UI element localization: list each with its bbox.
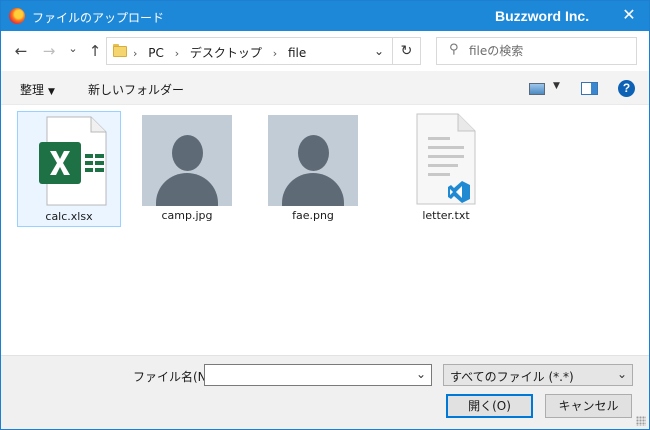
file-item-fae[interactable]: fae.png [261,111,365,227]
filename-input[interactable] [209,367,409,383]
refresh-button[interactable]: ↻ [393,37,421,65]
file-name: fae.png [292,209,334,222]
chevron-down-icon: ⌄ [616,367,627,381]
help-button[interactable]: ? [618,80,635,97]
file-name: letter.txt [422,209,470,222]
filetype-value: すべてのファイル (*.*) [450,370,574,384]
organize-button[interactable]: 整理 ▼ [20,81,55,98]
folder-icon [113,44,127,58]
chevron-down-icon[interactable]: ⌄ [416,367,426,381]
person-image-icon [142,115,232,206]
command-bar: 整理 ▼ 新しいフォルダー ▼ ? [1,71,649,105]
file-list: calc.xlsx camp.jpg fae.png letter.txt [1,105,649,355]
excel-file-icon [39,116,107,206]
breadcrumb: › PC › デスクトップ › file [133,44,306,61]
navigation-bar: ← → ⌄ ↑ › PC › デスクトップ › file ⌄ ↻ ⚲ [1,31,649,71]
address-bar[interactable]: › PC › デスクトップ › file ⌄ [106,37,393,65]
filetype-select[interactable]: すべてのファイル (*.*) ⌄ [443,364,633,386]
crumb-separator: › [133,47,138,60]
text-file-icon [416,113,476,205]
breadcrumb-file[interactable]: file [288,46,306,60]
window-title: ファイルのアップロード [32,11,165,25]
recent-locations-button[interactable]: ⌄ [65,40,81,58]
search-box[interactable]: ⚲ [436,37,637,65]
up-button[interactable]: ↑ [87,42,103,60]
file-name: camp.jpg [161,209,213,222]
crumb-separator[interactable]: › [175,47,179,60]
title-bar: ファイルのアップロード Buzzword Inc. ✕ [1,1,649,31]
breadcrumb-pc[interactable]: PC [148,46,164,60]
chevron-down-icon: ▼ [553,81,560,91]
search-icon: ⚲ [449,42,459,57]
file-name: calc.xlsx [45,210,93,223]
dialog-footer: ファイル名(N): ⌄ すべてのファイル (*.*) ⌄ 開く(O) キャンセル [1,355,649,429]
address-dropdown-icon[interactable]: ⌄ [374,44,384,58]
back-button[interactable]: ← [13,42,29,60]
person-image-icon [268,115,358,206]
preview-pane-button[interactable] [581,82,598,95]
firefox-icon [9,8,25,24]
new-folder-button[interactable]: 新しいフォルダー [88,81,184,98]
forward-button[interactable]: → [41,42,57,60]
cancel-button[interactable]: キャンセル [545,394,632,418]
resize-grip[interactable] [636,416,646,426]
file-item-letter[interactable]: letter.txt [394,111,498,227]
open-button[interactable]: 開く(O) [446,394,533,418]
file-upload-dialog: ファイルのアップロード Buzzword Inc. ✕ ← → ⌄ ↑ › PC… [0,0,650,430]
filename-combobox[interactable]: ⌄ [204,364,432,386]
crumb-separator[interactable]: › [273,47,277,60]
change-view-button[interactable]: ▼ [529,81,565,97]
breadcrumb-desktop[interactable]: デスクトップ [190,46,262,60]
brand-label: Buzzword Inc. [495,8,590,24]
search-input[interactable] [469,42,629,60]
organize-label: 整理 [20,83,45,97]
close-button[interactable]: ✕ [619,5,639,25]
file-item-camp[interactable]: camp.jpg [135,111,239,227]
chevron-down-icon: ▼ [48,87,55,97]
file-item-calc[interactable]: calc.xlsx [17,111,121,227]
view-icon [529,83,545,95]
